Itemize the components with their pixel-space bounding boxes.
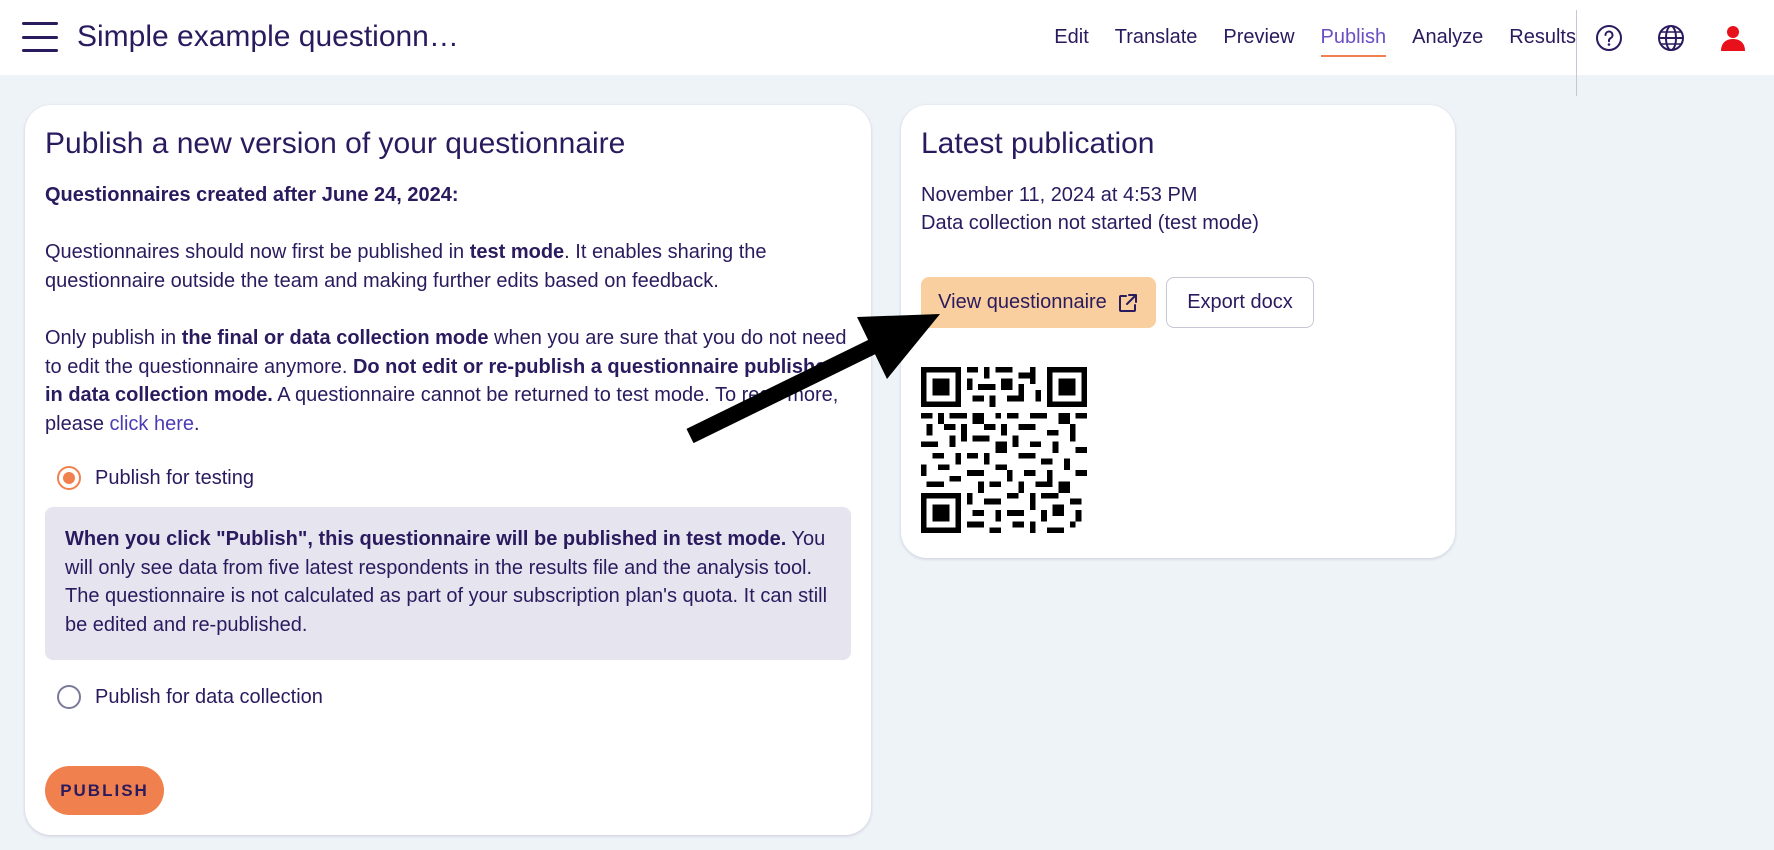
notice-heading: Questionnaires created after June 24, 20… xyxy=(45,184,459,206)
option-data-collection-label: Publish for data collection xyxy=(95,685,323,708)
radio-testing[interactable] xyxy=(57,466,81,490)
option-publish-data-collection[interactable]: Publish for data collection xyxy=(57,685,323,709)
option-publish-testing[interactable]: Publish for testing xyxy=(57,466,254,490)
tab-preview[interactable]: Preview xyxy=(1223,18,1294,57)
menu-icon[interactable] xyxy=(22,22,58,52)
publish-card-title: Publish a new version of your questionna… xyxy=(45,127,626,160)
tab-publish[interactable]: Publish xyxy=(1320,18,1386,57)
top-bar: Simple example questionn… Edit Translate… xyxy=(0,0,1774,96)
view-questionnaire-button[interactable]: View questionnaire xyxy=(921,277,1156,328)
export-docx-button[interactable]: Export docx xyxy=(1166,277,1314,328)
radio-data-collection[interactable] xyxy=(57,685,81,709)
qr-code-image xyxy=(921,367,1087,533)
option-testing-label: Publish for testing xyxy=(95,466,254,489)
view-questionnaire-label: View questionnaire xyxy=(938,291,1107,313)
external-link-icon xyxy=(1118,293,1137,312)
data-collection-paragraph: Only publish in the final or data collec… xyxy=(45,327,847,435)
user-icon[interactable] xyxy=(1719,24,1747,52)
tab-edit[interactable]: Edit xyxy=(1054,18,1088,57)
globe-icon[interactable] xyxy=(1657,24,1685,52)
tab-analyze[interactable]: Analyze xyxy=(1412,18,1483,57)
tab-results[interactable]: Results xyxy=(1509,18,1576,57)
publication-status: Data collection not started (test mode) xyxy=(921,212,1259,234)
latest-publication-title: Latest publication xyxy=(921,127,1155,160)
main-nav: Edit Translate Preview Publish Analyze R… xyxy=(1054,0,1576,75)
publish-card: Publish a new version of your questionna… xyxy=(25,105,871,835)
click-here-link[interactable]: click here xyxy=(110,413,194,435)
tab-translate[interactable]: Translate xyxy=(1115,18,1198,57)
test-mode-paragraph: Questionnaires should now first be publi… xyxy=(45,241,767,292)
test-mode-info-box: When you click "Publish", this questionn… xyxy=(45,507,851,660)
help-icon[interactable] xyxy=(1595,24,1623,52)
publish-button[interactable]: PUBLISH xyxy=(45,766,164,815)
latest-publication-card: Latest publication November 11, 2024 at … xyxy=(901,105,1455,558)
publication-date: November 11, 2024 at 4:53 PM xyxy=(921,184,1198,206)
nav-divider xyxy=(1576,10,1577,96)
page-title: Simple example questionn… xyxy=(77,20,459,53)
